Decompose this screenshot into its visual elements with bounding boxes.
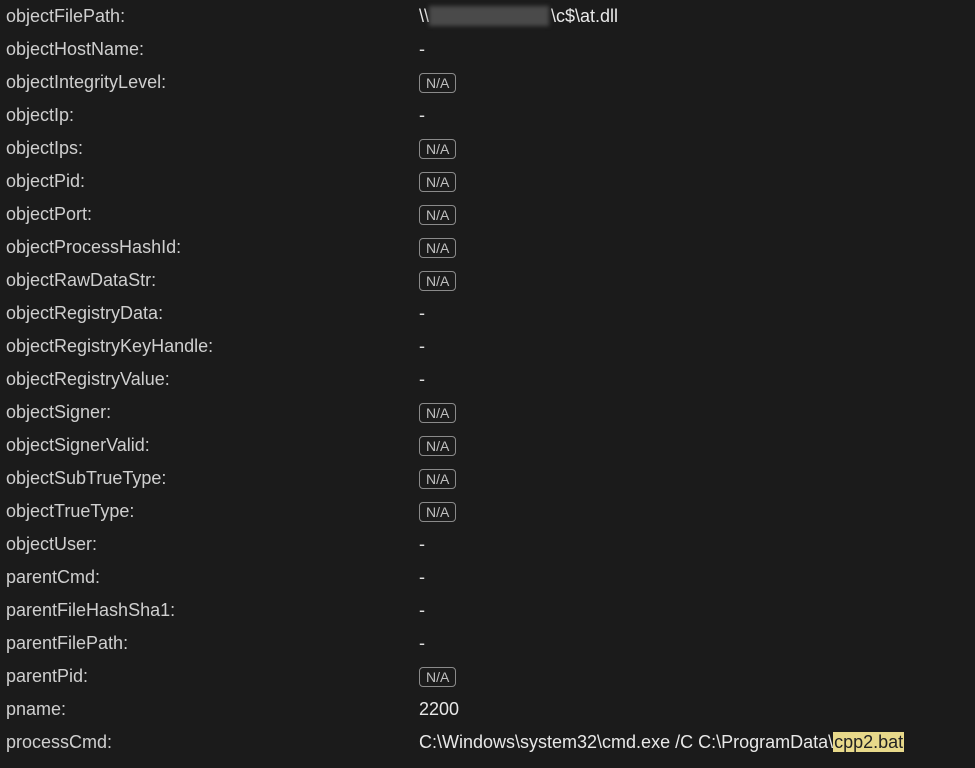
detail-value: N/A (419, 666, 969, 687)
detail-value: N/A (419, 435, 969, 456)
detail-value: N/A (419, 501, 969, 522)
detail-row: pname:2200 (6, 693, 969, 726)
detail-key: objectPid: (6, 171, 419, 192)
detail-value: C:\Windows\system32\cmd.exe /C C:\Progra… (419, 732, 969, 753)
cmd-text: C:\Windows\system32\cmd.exe /C C:\Progra… (419, 732, 833, 752)
detail-value: N/A (419, 204, 969, 225)
detail-row: objectProcessHashId:N/A (6, 231, 969, 264)
detail-key: objectRawDataStr: (6, 270, 419, 291)
na-badge: N/A (419, 238, 456, 258)
detail-row: objectIps:N/A (6, 132, 969, 165)
highlighted-match: cpp2.bat (833, 732, 904, 752)
detail-value: 2200 (419, 699, 969, 720)
detail-key: processCmd: (6, 732, 419, 753)
detail-key: objectSigner: (6, 402, 419, 423)
detail-row: objectRegistryKeyHandle:- (6, 330, 969, 363)
detail-row: objectSignerValid:N/A (6, 429, 969, 462)
detail-key: parentFileHashSha1: (6, 600, 419, 621)
detail-key: objectUser: (6, 534, 419, 555)
na-badge: N/A (419, 667, 456, 687)
empty-dash: - (419, 303, 425, 323)
detail-value: N/A (419, 171, 969, 192)
detail-key: objectSubTrueType: (6, 468, 419, 489)
detail-row: objectIp:- (6, 99, 969, 132)
detail-value: N/A (419, 237, 969, 258)
empty-dash: - (419, 39, 425, 59)
detail-row: objectTrueType:N/A (6, 495, 969, 528)
empty-dash: - (419, 633, 425, 653)
empty-dash: - (419, 567, 425, 587)
detail-key: objectFilePath: (6, 6, 419, 27)
detail-row: objectUser:- (6, 528, 969, 561)
detail-value: - (419, 303, 969, 324)
na-badge: N/A (419, 403, 456, 423)
detail-key: objectRegistryValue: (6, 369, 419, 390)
na-badge: N/A (419, 73, 456, 93)
na-badge: N/A (419, 436, 456, 456)
detail-key: parentFilePath: (6, 633, 419, 654)
detail-value: - (419, 567, 969, 588)
detail-key: objectIps: (6, 138, 419, 159)
detail-value: N/A (419, 402, 969, 423)
detail-key: objectProcessHashId: (6, 237, 419, 258)
detail-value: - (419, 336, 969, 357)
detail-key: pname: (6, 699, 419, 720)
na-badge: N/A (419, 502, 456, 522)
detail-row: objectPort:N/A (6, 198, 969, 231)
detail-row: objectFilePath:\\ \c$\at.dll (6, 0, 969, 33)
detail-value: N/A (419, 72, 969, 93)
detail-key: objectHostName: (6, 39, 419, 60)
path-prefix: \\ (419, 6, 429, 26)
redacted-host (429, 6, 549, 26)
detail-row: parentPid:N/A (6, 660, 969, 693)
na-badge: N/A (419, 205, 456, 225)
detail-value: N/A (419, 468, 969, 489)
empty-dash: - (419, 336, 425, 356)
detail-row: objectRawDataStr:N/A (6, 264, 969, 297)
detail-key: objectIp: (6, 105, 419, 126)
detail-key: objectIntegrityLevel: (6, 72, 419, 93)
empty-dash: - (419, 369, 425, 389)
detail-row: parentFileHashSha1:- (6, 594, 969, 627)
detail-row: parentCmd:- (6, 561, 969, 594)
path-suffix: \c$\at.dll (551, 6, 618, 26)
detail-value: N/A (419, 138, 969, 159)
detail-value: N/A (419, 270, 969, 291)
detail-row: objectHostName:- (6, 33, 969, 66)
empty-dash: - (419, 105, 425, 125)
detail-key: objectSignerValid: (6, 435, 419, 456)
detail-row: objectRegistryData:- (6, 297, 969, 330)
detail-key: parentCmd: (6, 567, 419, 588)
detail-key: objectTrueType: (6, 501, 419, 522)
detail-row: objectIntegrityLevel:N/A (6, 66, 969, 99)
detail-key: parentPid: (6, 666, 419, 687)
detail-value: \\ \c$\at.dll (419, 6, 969, 27)
na-badge: N/A (419, 172, 456, 192)
na-badge: N/A (419, 469, 456, 489)
detail-row: parentFilePath:- (6, 627, 969, 660)
detail-row: objectRegistryValue:- (6, 363, 969, 396)
empty-dash: - (419, 600, 425, 620)
detail-key: objectRegistryData: (6, 303, 419, 324)
event-details-table: objectFilePath:\\ \c$\at.dll objectHostNam… (0, 0, 975, 759)
detail-row: objectSubTrueType:N/A (6, 462, 969, 495)
detail-value: - (419, 600, 969, 621)
detail-row: objectSigner:N/A (6, 396, 969, 429)
detail-key: objectPort: (6, 204, 419, 225)
detail-key: objectRegistryKeyHandle: (6, 336, 419, 357)
detail-value: - (419, 105, 969, 126)
detail-row: processCmd:C:\Windows\system32\cmd.exe /… (6, 726, 969, 759)
na-badge: N/A (419, 271, 456, 291)
detail-value: - (419, 39, 969, 60)
detail-value: - (419, 633, 969, 654)
detail-row: objectPid:N/A (6, 165, 969, 198)
detail-value: - (419, 534, 969, 555)
na-badge: N/A (419, 139, 456, 159)
detail-value: - (419, 369, 969, 390)
empty-dash: - (419, 534, 425, 554)
